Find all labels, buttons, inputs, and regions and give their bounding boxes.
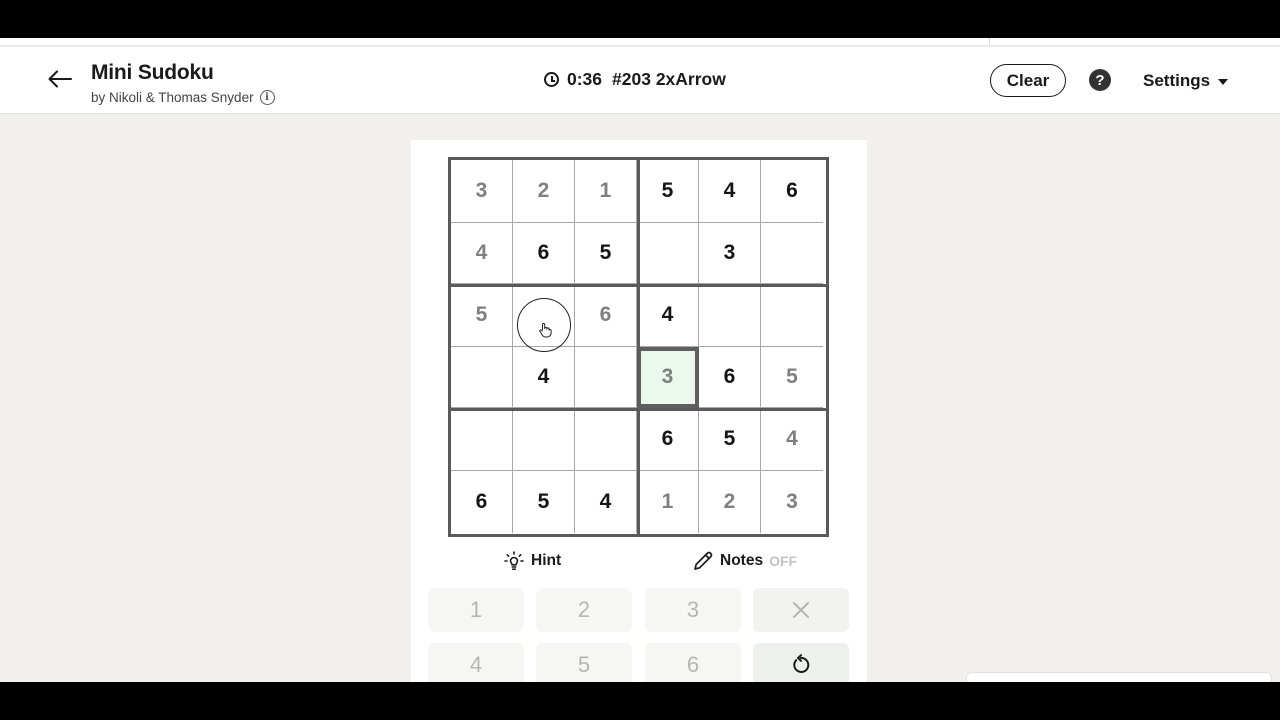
sudoku-cell-r3c2[interactable] (513, 284, 575, 347)
app-viewport: Mini Sudoku by Nikoli & Thomas Snyder i … (0, 38, 1280, 682)
sudoku-cell-r4c1[interactable] (451, 347, 513, 408)
puzzle-id: #203 2xArrow (612, 69, 726, 89)
clock-icon (544, 72, 559, 87)
clear-button[interactable]: Clear (990, 64, 1066, 97)
keypad-2[interactable]: 2 (536, 588, 632, 632)
keypad-4[interactable]: 4 (428, 643, 524, 682)
sudoku-cell-r6c4[interactable]: 1 (637, 471, 699, 533)
sudoku-cell-r4c3[interactable] (575, 347, 637, 408)
arrow-left-icon (48, 70, 72, 88)
sudoku-cell-r5c6[interactable]: 4 (761, 408, 823, 471)
help-icon[interactable]: ? (1089, 69, 1111, 91)
sudoku-cell-r2c5[interactable]: 3 (699, 223, 761, 284)
byline: by Nikoli & Thomas Snyder i (91, 90, 275, 105)
sudoku-cell-r3c1[interactable]: 5 (451, 284, 513, 347)
sudoku-cell-r5c5[interactable]: 5 (699, 408, 761, 471)
side-card (966, 672, 1272, 682)
sudoku-cell-r2c1[interactable]: 4 (451, 223, 513, 284)
undo-button[interactable] (753, 643, 849, 682)
timer-and-puzzle: 0:36 #203 2xArrow (544, 69, 726, 90)
sudoku-cell-r6c1[interactable]: 6 (451, 471, 513, 533)
sudoku-cell-r4c5[interactable]: 6 (699, 347, 761, 408)
pencil-icon (694, 551, 713, 570)
sudoku-cell-r5c4[interactable]: 6 (637, 408, 699, 471)
hint-label: Hint (531, 552, 562, 569)
game-header: Mini Sudoku by Nikoli & Thomas Snyder i … (0, 47, 1280, 114)
sudoku-cell-r3c4[interactable]: 4 (637, 284, 699, 347)
sudoku-cell-r5c1[interactable] (451, 408, 513, 471)
sudoku-board: 32145645656344653564645123 (448, 157, 829, 537)
sudoku-cell-r6c5[interactable]: 2 (699, 471, 761, 533)
info-icon[interactable]: i (259, 90, 275, 105)
byline-text: by Nikoli & Thomas Snyder (91, 90, 254, 105)
hint-button[interactable]: Hint (503, 550, 561, 572)
sudoku-cell-r4c4[interactable]: 3 (637, 347, 699, 408)
notes-state: OFF (769, 553, 798, 569)
sudoku-cell-r4c2[interactable]: 4 (513, 347, 575, 408)
keypad-3[interactable]: 3 (645, 588, 741, 632)
sudoku-cell-r3c3[interactable]: 6 (575, 284, 637, 347)
box-divider-horizontal (451, 408, 826, 411)
undo-icon (793, 654, 810, 673)
close-icon (793, 602, 809, 618)
box-divider-vertical (637, 160, 640, 534)
chevron-down-icon (1218, 78, 1229, 85)
sudoku-cell-r2c2[interactable]: 6 (513, 223, 575, 284)
sudoku-cell-r1c3[interactable]: 1 (575, 160, 637, 223)
sudoku-cell-r2c4[interactable] (637, 223, 699, 284)
strip-divider (989, 38, 990, 46)
keypad-5[interactable]: 5 (536, 643, 632, 682)
lightbulb-icon (504, 551, 524, 570)
keypad-6[interactable]: 6 (645, 643, 741, 682)
sudoku-cell-r3c6[interactable] (761, 284, 823, 347)
timer: 0:36 (567, 69, 603, 89)
sudoku-cell-r2c6[interactable] (761, 223, 823, 284)
notes-label: Notes (720, 552, 764, 569)
sudoku-cell-r1c5[interactable]: 4 (699, 160, 761, 223)
sudoku-cell-r5c2[interactable] (513, 408, 575, 471)
sudoku-cell-r1c4[interactable]: 5 (637, 160, 699, 223)
keypad-1[interactable]: 1 (428, 588, 524, 632)
letterbox-top (0, 0, 1280, 38)
sudoku-cell-r5c3[interactable] (575, 408, 637, 471)
sudoku-cell-r1c2[interactable]: 2 (513, 160, 575, 223)
erase-button[interactable] (753, 588, 849, 632)
letterbox-bottom (0, 682, 1280, 720)
sudoku-cell-r6c2[interactable]: 5 (513, 471, 575, 533)
notes-toggle[interactable]: Notes OFF (692, 550, 797, 572)
sudoku-cell-r3c5[interactable] (699, 284, 761, 347)
page-title: Mini Sudoku (91, 61, 214, 84)
sudoku-cell-r4c6[interactable]: 5 (761, 347, 823, 408)
settings-label: Settings (1143, 71, 1211, 90)
settings-menu[interactable]: Settings (1143, 71, 1229, 91)
box-divider-horizontal (451, 284, 826, 287)
sudoku-cell-r6c6[interactable]: 3 (761, 471, 823, 533)
sudoku-cell-r1c6[interactable]: 6 (761, 160, 823, 223)
sudoku-cell-r1c1[interactable]: 3 (451, 160, 513, 223)
browser-strip (0, 38, 1280, 46)
sudoku-cell-r2c3[interactable]: 5 (575, 223, 637, 284)
back-button[interactable] (44, 63, 76, 95)
tools-row: Hint Notes OFF (450, 550, 828, 574)
sudoku-cell-r6c3[interactable]: 4 (575, 471, 637, 533)
